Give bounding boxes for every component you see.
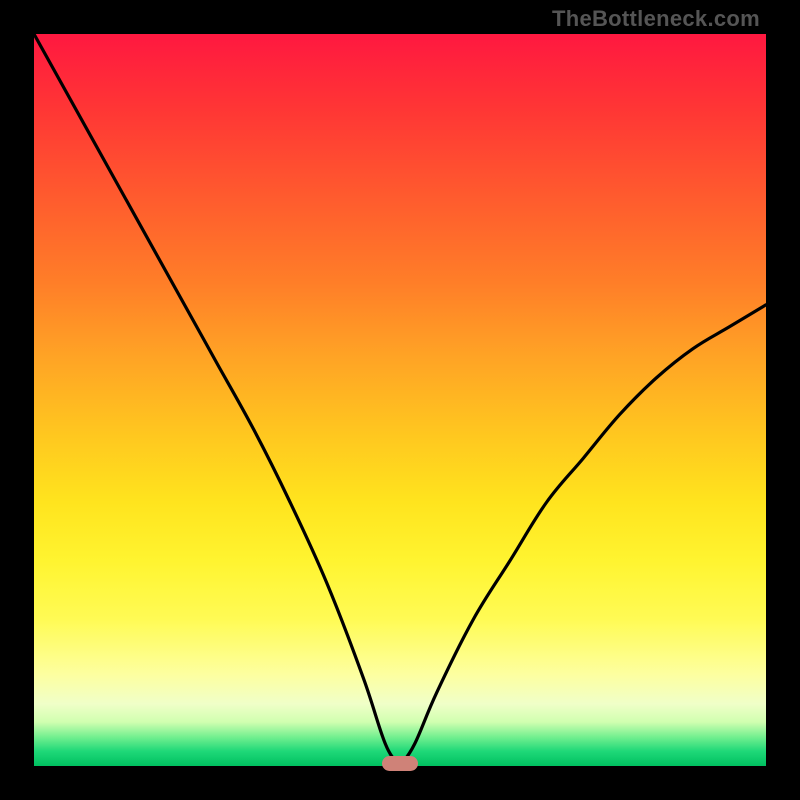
watermark-text: TheBottleneck.com [552,6,760,32]
optimal-marker [382,756,419,771]
plot-area [34,34,766,766]
bottleneck-curve [34,34,766,766]
curve-path [34,34,766,766]
chart-frame: TheBottleneck.com [0,0,800,800]
